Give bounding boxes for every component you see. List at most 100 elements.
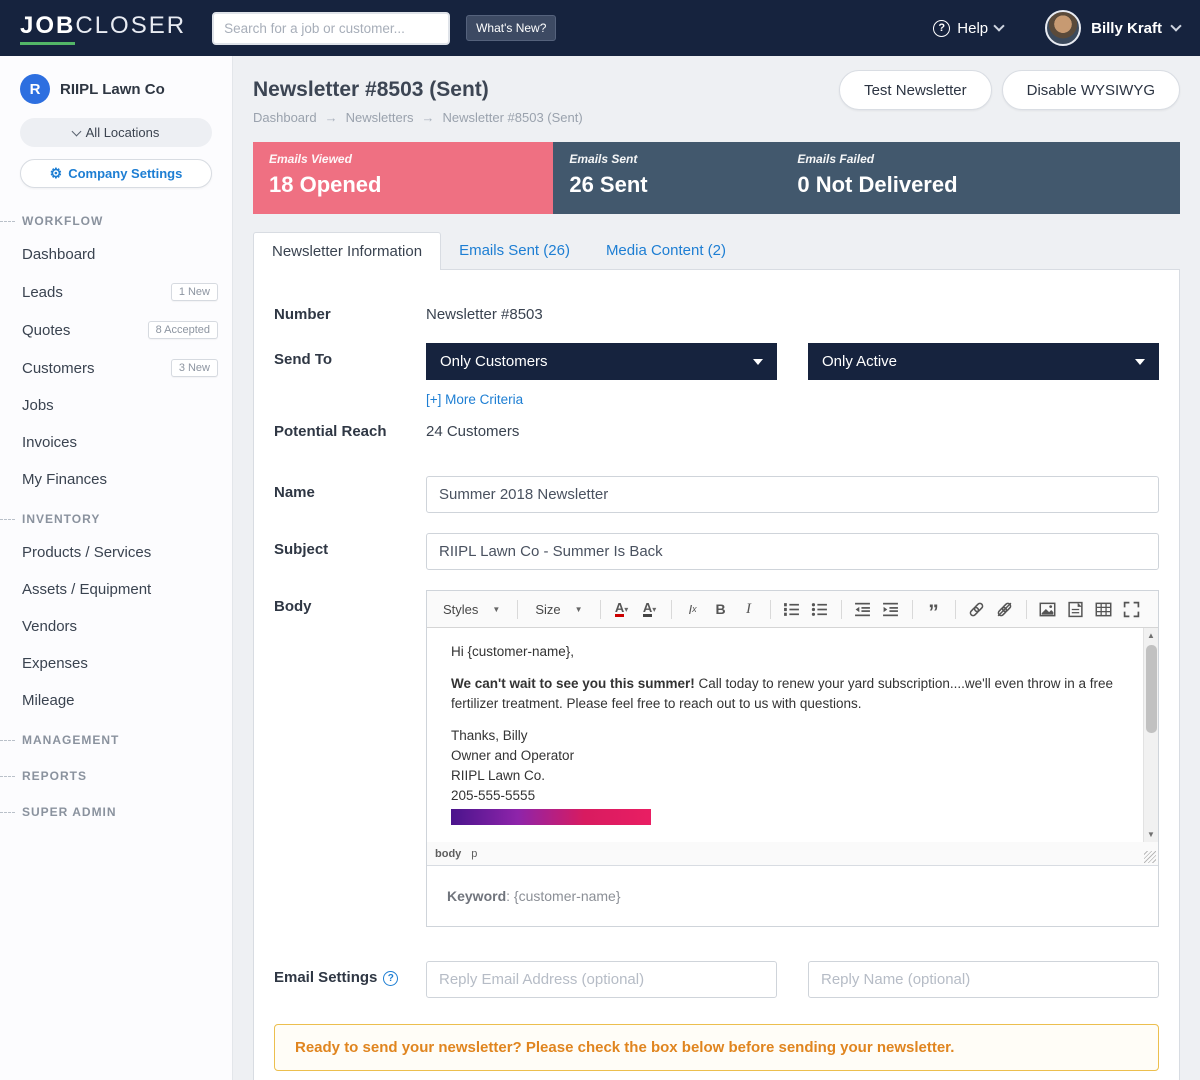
number-value: Newsletter #8503	[426, 298, 543, 323]
sidebar-item-expenses[interactable]: Expenses	[0, 645, 232, 682]
breadcrumb-newsletters[interactable]: Newsletters	[346, 110, 414, 125]
company-settings-button[interactable]: ⚙ Company Settings	[20, 159, 212, 188]
resize-grip[interactable]	[1144, 851, 1156, 863]
element-path-body[interactable]: body	[435, 848, 461, 860]
sidebar-item-label: Dashboard	[22, 246, 95, 263]
breadcrumb-arrow-icon: →	[422, 110, 435, 125]
embed-template-icon[interactable]	[1064, 597, 1088, 621]
sidebar-item-label: Quotes	[22, 322, 70, 339]
help-menu[interactable]: ? Help	[933, 20, 1003, 37]
sidebar-item-label: Products / Services	[22, 544, 151, 561]
tab-emails-sent[interactable]: Emails Sent (26)	[441, 232, 588, 269]
send-to-status-select[interactable]: Only Active	[808, 343, 1159, 380]
company-header: R RIIPL Lawn Co	[0, 74, 232, 104]
whats-new-button[interactable]: What's New?	[466, 15, 556, 41]
section-header-reports[interactable]: REPORTS	[0, 755, 232, 791]
section-header-inventory: INVENTORY	[0, 498, 232, 534]
customers-badge: 3 New	[171, 359, 218, 377]
rich-text-editor: Styles ▼ Size ▼ A▾ A▾	[427, 591, 1158, 866]
text-color-icon[interactable]: A▾	[610, 597, 634, 621]
email-stats-row: Emails Viewed 18 Opened Emails Sent 26 S…	[253, 142, 1180, 214]
breadcrumb: Dashboard → Newsletters → Newsletter #85…	[253, 110, 583, 125]
image-icon[interactable]	[1036, 597, 1060, 621]
test-newsletter-button[interactable]: Test Newsletter	[839, 70, 992, 110]
sidebar-item-label: Jobs	[22, 397, 54, 414]
keyword-value: : {customer-name}	[506, 888, 620, 904]
sidebar-item-quotes[interactable]: Quotes 8 Accepted	[0, 311, 232, 349]
table-icon[interactable]	[1092, 597, 1116, 621]
background-color-icon[interactable]: A▾	[638, 597, 662, 621]
unlink-icon[interactable]	[993, 597, 1017, 621]
size-dropdown[interactable]: Size ▼	[527, 599, 590, 620]
toolbar-separator	[770, 600, 771, 619]
editor-content-area[interactable]: Hi {customer-name}, We can't wait to see…	[427, 628, 1158, 842]
tab-newsletter-information[interactable]: Newsletter Information	[253, 232, 441, 270]
sidebar-item-dashboard[interactable]: Dashboard	[0, 236, 232, 273]
section-header-super-admin[interactable]: SUPER ADMIN	[0, 791, 232, 827]
scroll-down-icon[interactable]: ▼	[1144, 827, 1158, 842]
number-label: Number	[274, 298, 426, 323]
newsletter-subject-input[interactable]	[426, 533, 1159, 570]
disable-wysiwyg-button[interactable]: Disable WYSIWYG	[1002, 70, 1180, 110]
help-tooltip-icon[interactable]: ?	[383, 971, 398, 986]
body-label: Body	[274, 590, 426, 927]
body-paragraph: We can't wait to see you this summer! Ca…	[451, 674, 1115, 714]
breadcrumb-current: Newsletter #8503 (Sent)	[443, 110, 583, 125]
editor-status-bar: body p	[427, 842, 1158, 865]
chevron-down-icon: ▼	[492, 605, 500, 614]
scroll-up-icon[interactable]: ▲	[1144, 628, 1158, 643]
sidebar-item-leads[interactable]: Leads 1 New	[0, 273, 232, 311]
reply-email-input[interactable]	[426, 961, 777, 998]
decrease-indent-icon[interactable]	[851, 597, 875, 621]
sidebar-item-assets-equipment[interactable]: Assets / Equipment	[0, 571, 232, 608]
chevron-down-icon	[71, 126, 81, 136]
sidebar-item-products-services[interactable]: Products / Services	[0, 534, 232, 571]
sidebar-item-label: Vendors	[22, 618, 77, 635]
link-icon[interactable]	[965, 597, 989, 621]
sidebar-item-label: Expenses	[22, 655, 88, 672]
maximize-icon[interactable]	[1120, 597, 1144, 621]
app-logo[interactable]: JOBCLOSER	[20, 12, 186, 45]
sidebar-item-customers[interactable]: Customers 3 New	[0, 349, 232, 387]
newsletter-info-panel: Number Newsletter #8503 Send To Only Cus…	[253, 269, 1180, 1080]
global-search-input[interactable]	[212, 12, 450, 45]
user-menu[interactable]: Billy Kraft	[1045, 10, 1180, 46]
newsletter-name-input[interactable]	[426, 476, 1159, 513]
editor-scrollbar[interactable]: ▲ ▼	[1143, 628, 1158, 842]
body-greeting: Hi {customer-name},	[451, 642, 1115, 662]
breadcrumb-dashboard[interactable]: Dashboard	[253, 110, 317, 125]
stat-value: 26 Sent	[569, 172, 765, 198]
styles-dropdown[interactable]: Styles ▼	[435, 599, 508, 620]
body-bold-lead: We can't wait to see you this summer!	[451, 676, 695, 691]
section-header-management[interactable]: MANAGEMENT	[0, 719, 232, 755]
increase-indent-icon[interactable]	[879, 597, 903, 621]
remove-format-icon[interactable]: Ix	[681, 597, 705, 621]
reply-name-input[interactable]	[808, 961, 1159, 998]
company-avatar: R	[20, 74, 50, 104]
settings-label: Company Settings	[68, 166, 182, 181]
numbered-list-icon[interactable]	[780, 597, 804, 621]
tab-media-content[interactable]: Media Content (2)	[588, 232, 744, 269]
element-path-p[interactable]: p	[471, 848, 477, 860]
sidebar-item-jobs[interactable]: Jobs	[0, 387, 232, 424]
company-name: RIIPL Lawn Co	[60, 81, 165, 98]
sidebar-item-vendors[interactable]: Vendors	[0, 608, 232, 645]
bulleted-list-icon[interactable]	[808, 597, 832, 621]
subject-label: Subject	[274, 533, 426, 570]
blockquote-icon[interactable]: ”	[922, 597, 946, 621]
email-settings-text: Email Settings	[274, 969, 377, 986]
bold-icon[interactable]: B	[709, 597, 733, 621]
italic-icon[interactable]: I	[737, 597, 761, 621]
user-avatar	[1045, 10, 1081, 46]
sidebar-item-my-finances[interactable]: My Finances	[0, 461, 232, 498]
sidebar-item-invoices[interactable]: Invoices	[0, 424, 232, 461]
locations-dropdown[interactable]: All Locations	[20, 118, 212, 147]
sidebar-item-mileage[interactable]: Mileage	[0, 682, 232, 719]
scrollbar-thumb[interactable]	[1146, 645, 1157, 733]
send-to-type-select[interactable]: Only Customers	[426, 343, 777, 380]
toolbar-separator	[955, 600, 956, 619]
top-bar: JOBCLOSER What's New? ? Help Billy Kraft	[0, 0, 1200, 56]
sidebar-item-label: Customers	[22, 360, 95, 377]
more-criteria-link[interactable]: [+] More Criteria	[426, 392, 523, 407]
potential-reach-label: Potential Reach	[274, 415, 426, 440]
